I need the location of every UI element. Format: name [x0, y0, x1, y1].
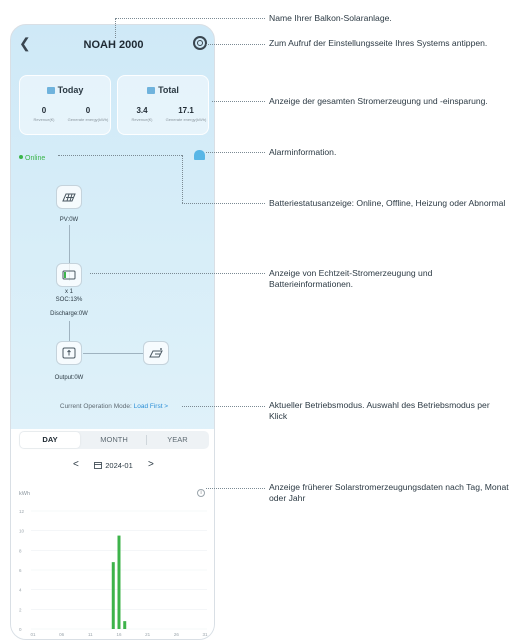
home-solar-icon: [149, 348, 163, 358]
flow-line: [83, 353, 143, 354]
period-tabs: DAY MONTH YEAR: [19, 431, 209, 449]
calendar-icon: [147, 87, 156, 94]
x-tick-label: 21: [145, 632, 151, 637]
today-revenue: 0 Revenue(€): [33, 106, 55, 122]
annotation-system-name: Name Ihrer Balkon-Solaranlage.: [269, 13, 392, 23]
y-tick-label: 4: [19, 588, 22, 593]
leader-line: [115, 18, 265, 19]
chart-unit: kWh: [19, 491, 30, 497]
chart-bar[interactable]: [117, 535, 121, 629]
today-card-title: Today: [20, 85, 110, 95]
flow-line: [69, 321, 70, 341]
y-tick-label: 6: [19, 568, 22, 573]
page-title: NOAH 2000: [83, 39, 144, 51]
x-tick-label: 11: [88, 632, 93, 637]
leader-line: [58, 155, 182, 156]
x-tick-label: 06: [59, 632, 65, 637]
x-tick-label: 16: [116, 632, 122, 637]
tab-year[interactable]: YEAR: [147, 432, 208, 448]
bell-icon[interactable]: [194, 150, 205, 160]
status-dot: [19, 155, 23, 159]
y-tick-label: 0: [19, 627, 22, 632]
x-tick-label: 31: [202, 632, 208, 637]
leader-line: [212, 101, 265, 102]
annotation-battery-status: Batteriestatusanzeige: Online, Offline, …: [269, 198, 506, 208]
y-tick-label: 10: [19, 529, 25, 534]
output-power-label: Output:0W: [54, 375, 84, 381]
back-icon[interactable]: ❮: [19, 35, 31, 52]
x-tick-label: 01: [30, 632, 36, 637]
annotation-mode: Aktueller Betriebsmodus. Auswahl des Bet…: [269, 400, 490, 421]
info-icon[interactable]: i: [197, 489, 205, 497]
leader-line: [206, 488, 265, 489]
status-badge: Online: [19, 155, 59, 167]
inverter-icon: [62, 347, 76, 359]
battery-count: x 1: [64, 289, 73, 295]
y-tick-label: 8: [19, 548, 22, 553]
operation-mode: Current Operation Mode: Load First >: [59, 403, 169, 410]
leader-line: [115, 18, 116, 38]
inverter-node[interactable]: [56, 341, 82, 365]
today-card: Today 0 Revenue(€) 0 Generate energy(kWh…: [19, 75, 111, 135]
battery-discharge: Discharge:0W: [50, 311, 88, 317]
app-screen: ❮ NOAH 2000 Today 0 Revenue(€) 0 Generat…: [10, 24, 215, 640]
solar-panel-icon: [62, 193, 76, 202]
annotation-history: Anzeige früherer Solarstromerzeugungsdat…: [269, 482, 509, 503]
gear-icon[interactable]: [193, 36, 207, 50]
x-tick-label: 26: [174, 632, 180, 637]
solar-panel-node[interactable]: [56, 185, 82, 209]
operation-mode-link[interactable]: Load First >: [134, 403, 169, 410]
total-card-title: Total: [118, 85, 208, 95]
annotation-alarm: Alarminformation.: [269, 147, 337, 157]
annotation-realtime: Anzeige von Echtzeit-Stromerzeugung und …: [269, 268, 433, 289]
calendar-icon: [94, 462, 103, 469]
next-period-button[interactable]: >: [148, 459, 154, 470]
leader-line: [90, 273, 265, 274]
calendar-icon: [46, 87, 55, 94]
leader-line: [182, 155, 183, 203]
grid-node[interactable]: [143, 341, 169, 365]
battery-node[interactable]: [56, 263, 82, 287]
y-tick-label: 2: [19, 607, 22, 612]
battery-icon: [62, 270, 76, 280]
today-energy: 0 Generate energy(kWh): [67, 106, 109, 122]
chart-bar[interactable]: [111, 562, 115, 629]
leader-line: [182, 406, 265, 407]
annotation-settings: Zum Aufruf der Einstellungsseite Ihres S…: [269, 38, 488, 48]
total-revenue: 3.4 Revenue(€): [131, 106, 153, 122]
pv-power-label: PV:0W: [59, 217, 79, 223]
energy-chart: 0 2 4 6 8 10 12 01 06 11 16 21 26 31: [19, 509, 208, 637]
leader-line: [182, 203, 265, 204]
leader-line: [206, 44, 265, 45]
annotation-totals: Anzeige der gesamten Stromerzeugung und …: [269, 96, 488, 106]
y-tick-label: 12: [19, 509, 25, 514]
chart-bar[interactable]: [123, 621, 127, 629]
tab-month[interactable]: MONTH: [83, 432, 145, 448]
battery-soc: SOC:13%: [55, 297, 83, 303]
total-card: Total 3.4 Revenue(€) 17.1 Generate energ…: [117, 75, 209, 135]
tab-day[interactable]: DAY: [20, 432, 80, 448]
leader-line: [206, 152, 265, 153]
total-energy: 17.1 Generate energy(kWh): [165, 106, 207, 122]
